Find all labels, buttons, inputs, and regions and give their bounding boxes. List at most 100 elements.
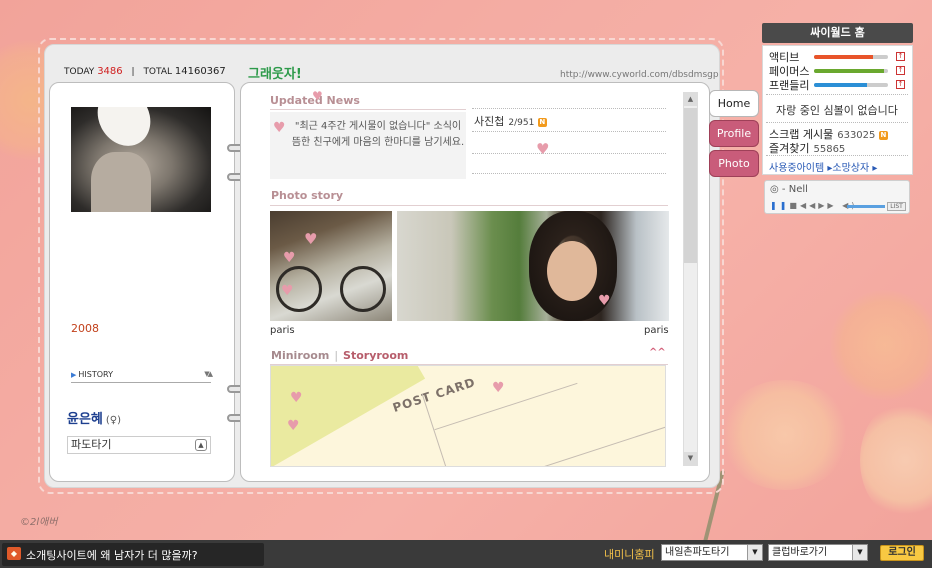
heart-icon: ♥ [283, 250, 296, 266]
scroll-thumb[interactable] [684, 108, 697, 263]
heart-icon: ♥ [290, 390, 303, 406]
arrow-up-icon[interactable]: ↑ [896, 52, 905, 61]
pause-icon[interactable]: ❚❚ [770, 201, 789, 210]
news-headline[interactable]: 소개팅사이트에 왜 남자가 더 많을까? [26, 547, 198, 563]
gender-icon: (♀) [105, 415, 122, 426]
heart-icon: ♥ [273, 120, 286, 136]
photo-story-title: Photo story [271, 189, 344, 202]
bicycle-wheel [340, 266, 386, 312]
flower-decoration [860, 400, 932, 520]
flower-decoration [830, 290, 932, 400]
signature-watermark: ©2l애버 [20, 517, 58, 528]
profile-photo[interactable] [71, 107, 211, 212]
arrow-up-icon[interactable]: ↑ [896, 80, 905, 89]
photo-story-image[interactable] [397, 211, 669, 321]
tab-home[interactable]: Home [709, 90, 759, 117]
miniroom-decoration [271, 366, 426, 466]
stop-icon[interactable]: ■ [789, 201, 800, 210]
scroll-up-icon[interactable]: ▲ [684, 93, 697, 106]
visitor-counter: TODAY 3486 | TOTAL 14160367 [64, 66, 226, 77]
album-label: 사진첩 [474, 115, 505, 128]
divider [766, 155, 908, 156]
divider [472, 153, 666, 154]
playlist-button[interactable]: LIST [887, 202, 906, 211]
tab-storyroom[interactable]: Storyroom [343, 349, 408, 362]
total-count: 14160367 [174, 66, 226, 77]
ilchon-wave-value: 내일촌파도타기 [665, 547, 730, 558]
items-link[interactable]: 사용중아이템 ▸소망상자 ▸ [769, 159, 877, 174]
player-track: ◎ - Nell [770, 184, 808, 195]
volume-slider[interactable] [847, 205, 885, 208]
tab-photo[interactable]: Photo [709, 150, 759, 177]
gift-icon: ◆ [7, 547, 21, 560]
heart-icon: ♥ [598, 293, 611, 309]
club-shortcut-select[interactable]: 클럽바로가기 ▼ [768, 544, 868, 561]
stat-active-bar [814, 55, 888, 59]
heart-icon: ♥ [287, 418, 300, 434]
previous-icon[interactable]: ◀◀ [800, 201, 818, 210]
stat-friendly-bar [814, 83, 888, 87]
miniroom-line-art [421, 393, 451, 466]
owner-name-text: 윤은혜 [67, 412, 103, 427]
stat-friendly-label: 프랜들리 [769, 79, 810, 92]
history-bar[interactable]: ▶ HISTORY ▼▲ [71, 370, 213, 383]
cyworld-home-link[interactable]: 싸이월드 홈 [762, 23, 913, 43]
photo-story-image[interactable] [270, 211, 392, 321]
history-label: HISTORY [78, 370, 113, 379]
wave-select[interactable]: 파도타기 ▲ [67, 436, 211, 454]
expand-arrows-icon[interactable]: ▼▲ [204, 370, 213, 378]
collapse-icon[interactable]: ^^ [649, 347, 666, 358]
club-shortcut-value: 클럽바로가기 [772, 547, 828, 558]
miniroom-line-art [525, 419, 665, 466]
triangle-right-icon: ▶ [71, 371, 77, 379]
new-badge-icon: N [537, 117, 547, 127]
stat-active-fill [814, 55, 874, 59]
heart-icon: ♥ [304, 230, 318, 248]
divider [472, 131, 666, 132]
new-badge-icon: N [878, 130, 888, 140]
chevron-down-icon[interactable]: ▼ [852, 545, 867, 560]
owner-name[interactable]: 윤은혜 (♀) [67, 408, 121, 427]
favorites[interactable]: 즐겨찾기 55865 [769, 140, 845, 156]
my-minihompy-link[interactable]: 내미니홈피 [604, 546, 655, 562]
minihompy-url[interactable]: http://www.cyworld.com/dbsdmsgp [560, 70, 719, 80]
today-label: TODAY [64, 67, 95, 77]
photo-detail [547, 241, 597, 301]
miniroom-tabs: Miniroom | Storyroom [271, 349, 408, 362]
content-scrollbar[interactable]: ▲ ▼ [683, 92, 698, 466]
divider [270, 205, 668, 206]
stat-famous-fill [814, 69, 885, 73]
arrow-up-icon[interactable]: ↑ [896, 66, 905, 75]
tab-profile[interactable]: Profile [709, 120, 759, 147]
tab-miniroom[interactable]: Miniroom [271, 349, 329, 362]
album-link[interactable]: 사진첩 2/951 N [474, 113, 547, 129]
next-icon[interactable]: ▶▶ [818, 201, 836, 210]
heart-icon: ♥ [281, 283, 294, 299]
favorites-label: 즐겨찾기 [769, 142, 810, 155]
speaker-icon: ◎ [770, 184, 779, 195]
heart-icon: ♥ [312, 89, 323, 103]
album-count: 2/951 [508, 118, 535, 128]
divider [472, 108, 666, 109]
player-controls: ❚❚■◀◀▶▶ ◀) [770, 201, 857, 210]
stat-famous-bar [814, 69, 888, 73]
ilchon-wave-select[interactable]: 내일촌파도타기 ▼ [661, 544, 763, 561]
flower-decoration [720, 380, 850, 490]
login-button[interactable]: 로그인 [880, 545, 924, 561]
profile-year: 2008 [71, 322, 99, 335]
symbol-status: 자랑 중인 심볼이 없습니다 [776, 104, 898, 117]
chevron-down-icon[interactable]: ▼ [747, 545, 762, 560]
total-label: TOTAL [143, 67, 172, 77]
updated-news-text: "최근 4주간 게시물이 없습니다" 소식이 뜸한 친구에게 마음의 한마디를 … [291, 121, 465, 148]
photo-detail [91, 152, 151, 212]
divider [270, 109, 466, 110]
wave-select-value: 파도타기 [71, 438, 112, 451]
miniroom-view[interactable]: POST CARD [270, 365, 666, 467]
counter-separator: | [131, 67, 135, 77]
chevron-up-icon[interactable]: ▲ [195, 439, 207, 451]
scroll-down-icon[interactable]: ▼ [684, 452, 697, 465]
divider [472, 173, 666, 174]
updated-news-message: "최근 4주간 게시물이 없습니다" 소식이 뜸한 친구에게 마음의 한마디를 … [270, 112, 466, 179]
photo-caption: paris [644, 325, 669, 336]
track-name: - Nell [781, 184, 808, 195]
